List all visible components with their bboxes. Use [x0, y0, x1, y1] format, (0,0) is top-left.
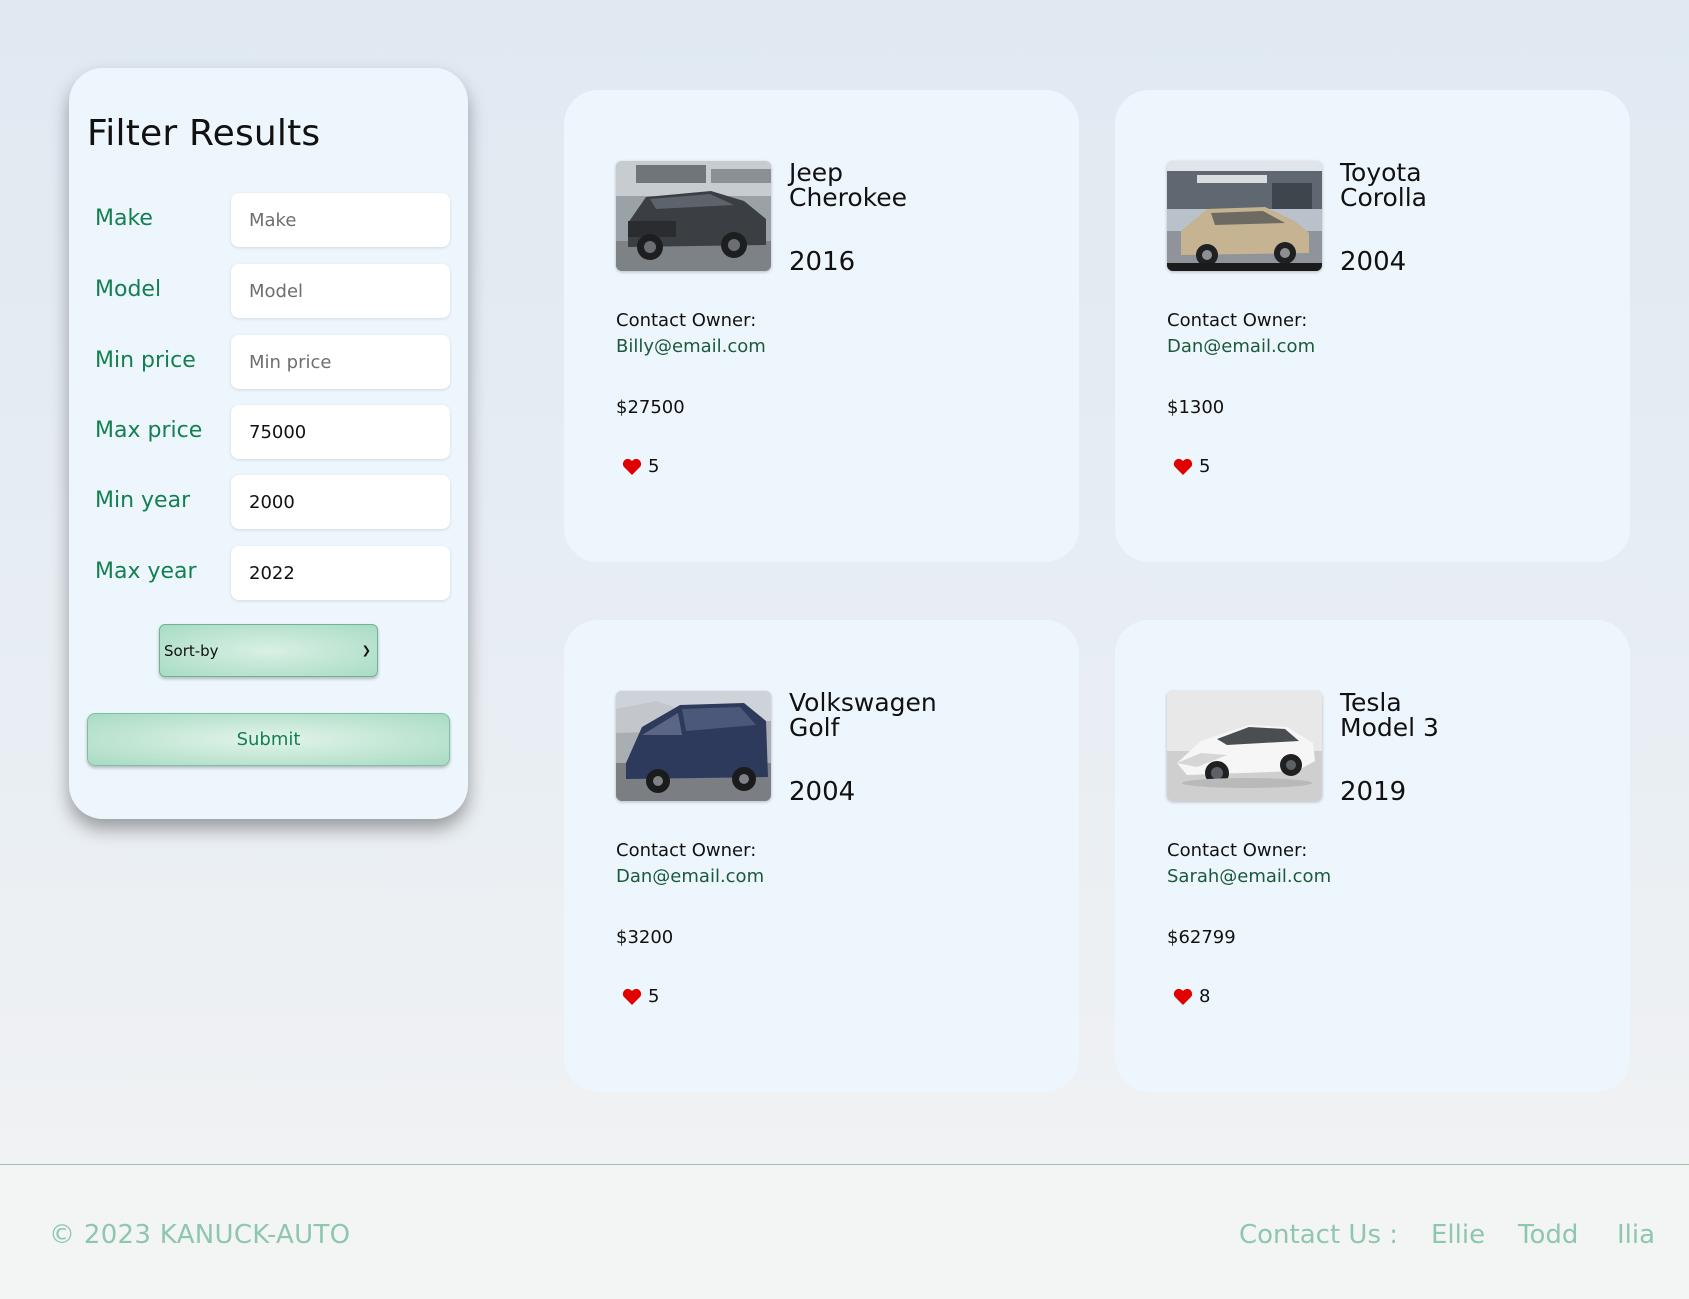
filter-row-max-price: Max price — [69, 405, 468, 459]
listing-model: Golf — [789, 713, 840, 742]
sort-by-select[interactable]: Sort-by ❯ — [159, 624, 378, 677]
listing-price: $27500 — [616, 397, 685, 418]
listing-year: 2019 — [1340, 777, 1407, 807]
listing-year: 2016 — [789, 247, 856, 277]
car-photo-volkswagen[interactable] — [616, 691, 771, 801]
listing-price: $1300 — [1167, 397, 1225, 418]
make-label: Make — [95, 206, 153, 231]
footer-copyright: © 2023 KANUCK-AUTO — [49, 1220, 351, 1250]
listing-price: $62799 — [1167, 927, 1236, 948]
car-photo-toyota[interactable] — [1167, 161, 1322, 271]
filter-row-max-year: Max year — [69, 546, 468, 600]
listing-year: 2004 — [789, 777, 856, 807]
listing-price: $3200 — [616, 927, 674, 948]
filter-panel: Filter Results Make Model Min price Max … — [69, 68, 468, 819]
listing-card[interactable]: Volkswagen Golf 2004 Contact Owner: Dan@… — [564, 620, 1079, 1092]
like-count: 5 — [648, 986, 660, 1007]
owner-email[interactable]: Dan@email.com — [1167, 336, 1315, 357]
car-photo-jeep[interactable] — [616, 161, 771, 271]
filter-title: Filter Results — [87, 113, 321, 154]
like-button[interactable]: 5 — [622, 986, 659, 1007]
like-button[interactable]: 8 — [1173, 986, 1210, 1007]
max-price-label: Max price — [95, 418, 203, 443]
listing-make: Toyota — [1340, 158, 1422, 187]
contact-owner-label: Contact Owner: — [1167, 310, 1308, 331]
max-price-input[interactable] — [231, 405, 450, 459]
filter-row-model: Model — [69, 264, 468, 318]
filter-row-make: Make — [69, 193, 468, 247]
listing-model: Cherokee — [789, 183, 908, 212]
owner-email[interactable]: Billy@email.com — [616, 336, 766, 357]
listing-year: 2004 — [1340, 247, 1407, 277]
like-count: 5 — [1199, 456, 1211, 477]
filter-row-min-year: Min year — [69, 475, 468, 529]
listing-make: Tesla — [1340, 688, 1402, 717]
heart-icon — [1173, 988, 1193, 1005]
owner-email[interactable]: Sarah@email.com — [1167, 866, 1331, 887]
max-year-input[interactable] — [231, 546, 450, 600]
listing-make: Volkswagen — [789, 688, 937, 717]
like-count: 8 — [1199, 986, 1211, 1007]
like-count: 5 — [648, 456, 660, 477]
submit-button[interactable]: Submit — [87, 713, 450, 766]
listing-model: Corolla — [1340, 183, 1427, 212]
footer-contact-ellie[interactable]: Ellie — [1431, 1220, 1485, 1250]
make-input[interactable] — [231, 193, 450, 247]
min-price-label: Min price — [95, 348, 196, 373]
contact-owner-label: Contact Owner: — [616, 310, 757, 331]
heart-icon — [1173, 458, 1193, 475]
car-photo-tesla[interactable] — [1167, 691, 1322, 801]
like-button[interactable]: 5 — [1173, 456, 1210, 477]
like-button[interactable]: 5 — [622, 456, 659, 477]
footer: © 2023 KANUCK-AUTO Contact Us : Ellie To… — [0, 1164, 1689, 1299]
listing-card[interactable]: Toyota Corolla 2004 Contact Owner: Dan@e… — [1115, 90, 1630, 562]
footer-contact-ilia[interactable]: Ilia — [1617, 1220, 1655, 1250]
contact-owner-label: Contact Owner: — [616, 840, 757, 861]
footer-contact-todd[interactable]: Todd — [1518, 1220, 1578, 1250]
contact-owner-label: Contact Owner: — [1167, 840, 1308, 861]
heart-icon — [622, 988, 642, 1005]
min-year-label: Min year — [95, 488, 191, 513]
max-year-label: Max year — [95, 559, 197, 584]
listing-make: Jeep — [789, 158, 844, 187]
heart-icon — [622, 458, 642, 475]
min-price-input[interactable] — [231, 335, 450, 389]
sort-by-selected: Sort-by — [164, 641, 219, 660]
chevron-down-icon: ❯ — [361, 644, 371, 657]
footer-contact-label: Contact Us : — [1239, 1220, 1399, 1250]
listing-card[interactable]: Tesla Model 3 2019 Contact Owner: Sarah@… — [1115, 620, 1630, 1092]
min-year-input[interactable] — [231, 475, 450, 529]
model-input[interactable] — [231, 264, 450, 318]
model-label: Model — [95, 277, 162, 302]
listing-card[interactable]: Jeep Cherokee 2016 Contact Owner: Billy@… — [564, 90, 1079, 562]
filter-row-min-price: Min price — [69, 335, 468, 389]
owner-email[interactable]: Dan@email.com — [616, 866, 764, 887]
listing-model: Model 3 — [1340, 713, 1439, 742]
